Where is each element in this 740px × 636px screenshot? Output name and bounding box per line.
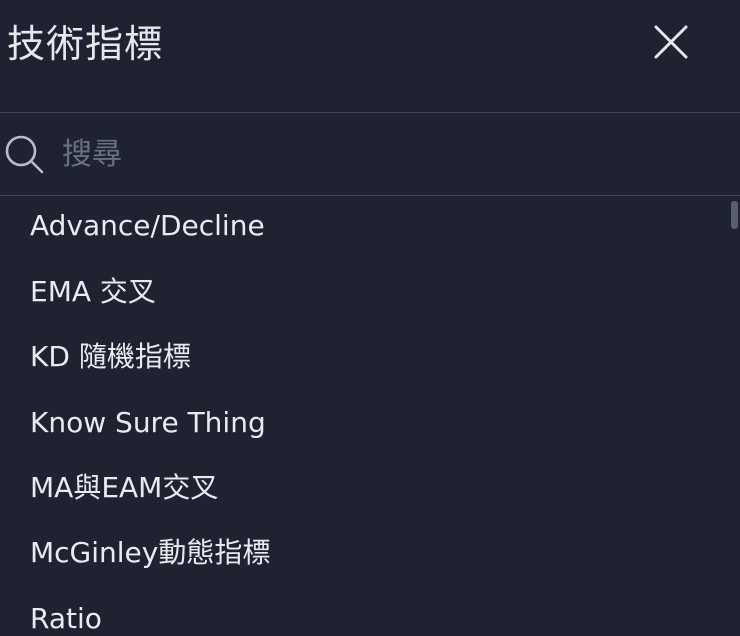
list-item[interactable]: KD 隨機指標 — [0, 327, 720, 393]
list-item[interactable]: MA與EAM交叉 — [0, 458, 720, 524]
list-item-label: MA與EAM交叉 — [30, 471, 219, 504]
list-item-label: KD 隨機指標 — [30, 340, 191, 373]
page-title: 技術指標 — [7, 22, 164, 66]
list-item-label: EMA 交叉 — [30, 275, 156, 308]
search-input[interactable] — [58, 131, 706, 177]
list-item-label: Advance/Decline — [30, 209, 265, 242]
search-icon — [5, 135, 44, 174]
header: 技術指標 — [0, 0, 740, 112]
list-item-label: Ratio — [30, 602, 102, 635]
list-item[interactable]: McGinley動態指標 — [0, 523, 720, 589]
list-item[interactable]: Advance/Decline — [0, 196, 720, 262]
indicator-list: Advance/Decline EMA 交叉 KD 隨機指標 Know Sure… — [0, 196, 740, 636]
close-icon — [654, 25, 688, 59]
list-item-label: McGinley動態指標 — [30, 536, 271, 569]
list-item[interactable]: Ratio — [0, 589, 720, 636]
close-button[interactable] — [644, 16, 698, 70]
search-bar — [0, 113, 740, 195]
list-scrollbar[interactable] — [731, 201, 738, 229]
list-item[interactable]: EMA 交叉 — [0, 262, 720, 328]
list-item[interactable]: Know Sure Thing — [0, 393, 720, 459]
list-item-label: Know Sure Thing — [30, 406, 266, 439]
